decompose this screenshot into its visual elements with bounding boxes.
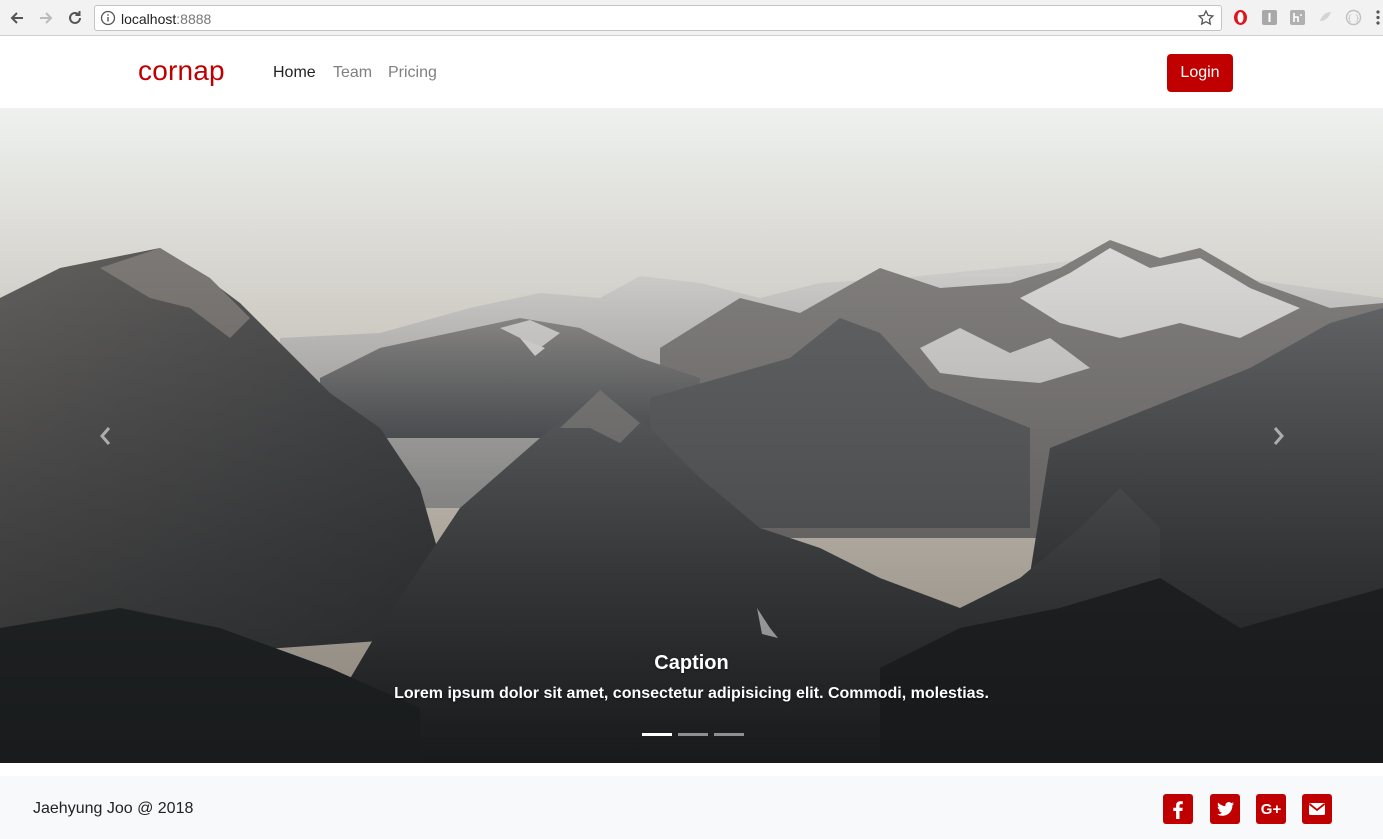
google-plus-icon: G+ [1260, 800, 1282, 818]
carousel-caption-text: Lorem ipsum dolor sit amet, consectetur … [394, 685, 989, 702]
carousel-prev-button[interactable] [90, 418, 120, 454]
chevron-right-icon [1273, 427, 1284, 445]
copyright-text: Jaehyung Joo @ 2018 [33, 800, 194, 817]
hero-carousel: Caption Lorem ipsum dolor sit amet, cons… [0, 108, 1383, 763]
forward-icon[interactable] [35, 7, 57, 29]
address-bar[interactable]: localhost:8888 [94, 5, 1222, 31]
carousel-caption-title: Caption [654, 652, 729, 674]
extension-icon[interactable] [1317, 9, 1334, 26]
google-plus-link[interactable]: G+ [1256, 794, 1286, 824]
site-navbar: cornap Home Team Pricing Login [0, 37, 1383, 108]
carousel-next-button[interactable] [1264, 418, 1294, 454]
svg-text:{ }: { } [1347, 14, 1360, 23]
facebook-icon [1173, 801, 1183, 819]
footer-bar: Jaehyung Joo @ 2018 G+ [0, 776, 1383, 839]
star-icon[interactable] [1197, 9, 1215, 27]
info-icon[interactable] [100, 10, 116, 26]
login-button[interactable]: Login [1167, 54, 1233, 92]
nav-link-team[interactable]: Team [333, 64, 372, 82]
nav-link-home[interactable]: Home [273, 64, 316, 82]
menu-icon[interactable] [1373, 9, 1383, 26]
extension-icon[interactable] [1289, 9, 1306, 26]
back-icon[interactable] [6, 7, 28, 29]
brand-logo[interactable]: cornap [138, 55, 225, 87]
nav-link-pricing[interactable]: Pricing [388, 64, 437, 82]
url-text: localhost:8888 [121, 11, 212, 27]
twitter-link[interactable] [1210, 794, 1240, 824]
browser-toolbar: localhost:8888 { } [0, 0, 1383, 36]
extension-icon[interactable]: { } [1345, 9, 1362, 26]
chevron-left-icon [100, 427, 111, 445]
extension-icon[interactable] [1261, 9, 1278, 26]
reload-icon[interactable] [64, 7, 86, 29]
email-link[interactable] [1302, 794, 1332, 824]
carousel-indicator[interactable] [642, 733, 672, 736]
opera-icon[interactable] [1232, 9, 1249, 26]
carousel-indicators [642, 733, 744, 736]
carousel-indicator[interactable] [714, 733, 744, 736]
email-icon [1308, 803, 1326, 815]
twitter-icon [1217, 802, 1234, 816]
carousel-indicator[interactable] [678, 733, 708, 736]
site-footer: Jaehyung Joo @ 2018 G+ [0, 763, 1383, 839]
facebook-link[interactable] [1163, 794, 1193, 824]
